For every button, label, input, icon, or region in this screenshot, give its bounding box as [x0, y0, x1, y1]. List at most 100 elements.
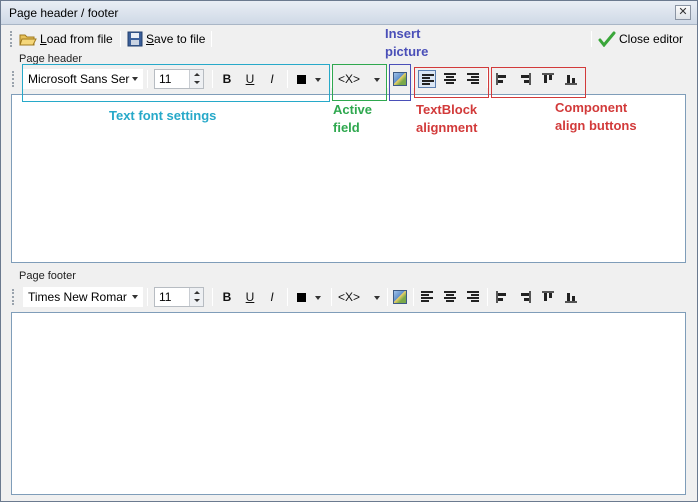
insert-picture-button[interactable] — [391, 70, 409, 88]
checkmark-icon — [598, 31, 616, 47]
footer-font-size-stepper[interactable]: 11 — [154, 287, 204, 307]
header-font-size-value: 11 — [159, 72, 172, 86]
toolbar-separator — [487, 288, 488, 306]
header-font-size-stepper[interactable]: 11 — [154, 69, 204, 89]
toolbar-separator — [212, 70, 213, 88]
component-align-top-button[interactable] — [539, 288, 557, 306]
italic-button[interactable]: I — [263, 288, 281, 306]
component-align-left-icon — [496, 73, 506, 85]
component-align-bottom-icon — [565, 293, 577, 303]
footer-active-field-dropdown[interactable]: <X> — [336, 288, 384, 306]
component-align-right-icon — [521, 291, 531, 303]
open-folder-icon — [19, 34, 37, 46]
textblock-alignment-annotation: TextBlock alignment — [416, 102, 478, 135]
insert-picture-annotation: Insert picture — [385, 26, 429, 59]
text-color-dropdown[interactable] — [292, 70, 326, 88]
color-swatch-icon — [297, 293, 306, 302]
chevron-up-icon — [194, 73, 200, 76]
floppy-disk-icon — [127, 31, 143, 47]
toolbar-grip[interactable] — [12, 71, 14, 87]
toolbar-separator — [387, 70, 388, 88]
align-left-icon — [421, 291, 433, 302]
footer-font-value: Times New Romar — [28, 290, 127, 304]
active-field-annotation: Active field — [333, 102, 373, 135]
toolbar-separator — [287, 288, 288, 306]
field-label: <X> — [338, 72, 361, 86]
bold-button[interactable]: B — [218, 70, 236, 88]
chevron-down-icon — [315, 296, 321, 300]
component-align-annotation: Component align buttons — [555, 100, 637, 133]
toolbar-separator — [212, 288, 213, 306]
toolbar-separator — [413, 288, 414, 306]
align-text-left-button[interactable] — [418, 288, 436, 306]
save-to-file-button[interactable]: Save to file — [127, 29, 205, 49]
page-header-label: Page header — [19, 53, 82, 65]
chevron-down-icon — [194, 299, 200, 302]
align-text-center-button[interactable] — [441, 288, 459, 306]
component-align-bottom-icon — [565, 75, 577, 85]
save-label: ave to file — [154, 32, 206, 46]
bold-button[interactable]: B — [218, 288, 236, 306]
main-toolbar: Load from file Save to file Close editor — [1, 26, 697, 52]
align-text-right-button[interactable] — [464, 288, 482, 306]
component-align-right-button[interactable] — [516, 70, 534, 88]
component-align-left-icon — [496, 291, 506, 303]
toolbar-separator — [331, 288, 332, 306]
underline-button[interactable]: U — [241, 70, 259, 88]
toolbar-grip[interactable] — [12, 289, 14, 305]
align-left-icon — [422, 74, 434, 85]
header-format-toolbar: Microsoft Sans Ser 11 B U I <X> — [11, 66, 687, 92]
toolbar-separator — [287, 70, 288, 88]
header-font-select[interactable]: Microsoft Sans Ser — [23, 69, 143, 89]
component-align-bottom-button[interactable] — [562, 288, 580, 306]
chevron-up-icon — [194, 291, 200, 294]
page-footer-label: Page footer — [19, 270, 76, 282]
chevron-down-icon — [374, 296, 380, 300]
toolbar-separator — [147, 288, 148, 306]
align-right-icon — [467, 73, 479, 84]
component-align-top-icon — [542, 291, 554, 301]
align-center-icon — [444, 73, 456, 84]
toolbar-separator — [487, 70, 488, 88]
chevron-down-icon — [374, 78, 380, 82]
component-align-left-button[interactable] — [493, 70, 511, 88]
spin-buttons[interactable] — [189, 288, 203, 306]
chevron-down-icon — [194, 81, 200, 84]
header-active-field-dropdown[interactable]: <X> — [336, 70, 384, 88]
toolbar-separator — [387, 288, 388, 306]
close-editor-button[interactable]: Close editor — [598, 29, 683, 49]
page-header-footer-window: Page header / footer ✕ Load from file Sa… — [0, 0, 698, 502]
load-label-accel: L — [40, 32, 47, 46]
align-center-icon — [444, 291, 456, 302]
align-text-right-button[interactable] — [464, 70, 482, 88]
component-align-right-icon — [521, 73, 531, 85]
toolbar-separator — [211, 31, 212, 47]
footer-font-size-value: 11 — [159, 290, 172, 304]
picture-icon — [393, 72, 407, 86]
insert-picture-button[interactable] — [391, 288, 409, 306]
component-align-bottom-button[interactable] — [562, 70, 580, 88]
window-close-button[interactable]: ✕ — [675, 5, 691, 20]
component-align-right-button[interactable] — [516, 288, 534, 306]
underline-button[interactable]: U — [241, 288, 259, 306]
field-label: <X> — [338, 290, 361, 304]
page-footer-editor[interactable] — [11, 312, 686, 495]
text-color-dropdown[interactable] — [292, 288, 326, 306]
component-align-top-button[interactable] — [539, 70, 557, 88]
save-label-accel: S — [146, 32, 155, 46]
toolbar-separator — [591, 31, 592, 47]
load-from-file-button[interactable]: Load from file — [19, 29, 113, 49]
toolbar-separator — [331, 70, 332, 88]
close-editor-label: Close editor — [619, 32, 684, 46]
align-text-center-button[interactable] — [441, 70, 459, 88]
italic-button[interactable]: I — [263, 70, 281, 88]
component-align-left-button[interactable] — [493, 288, 511, 306]
footer-font-select[interactable]: Times New Romar — [23, 287, 143, 307]
align-text-left-button[interactable] — [418, 70, 436, 88]
spin-buttons[interactable] — [189, 70, 203, 88]
load-label: oad from file — [46, 32, 113, 46]
close-icon: ✕ — [678, 6, 688, 18]
toolbar-grip[interactable] — [10, 31, 12, 47]
chevron-down-icon — [132, 295, 138, 299]
toolbar-separator — [120, 31, 121, 47]
